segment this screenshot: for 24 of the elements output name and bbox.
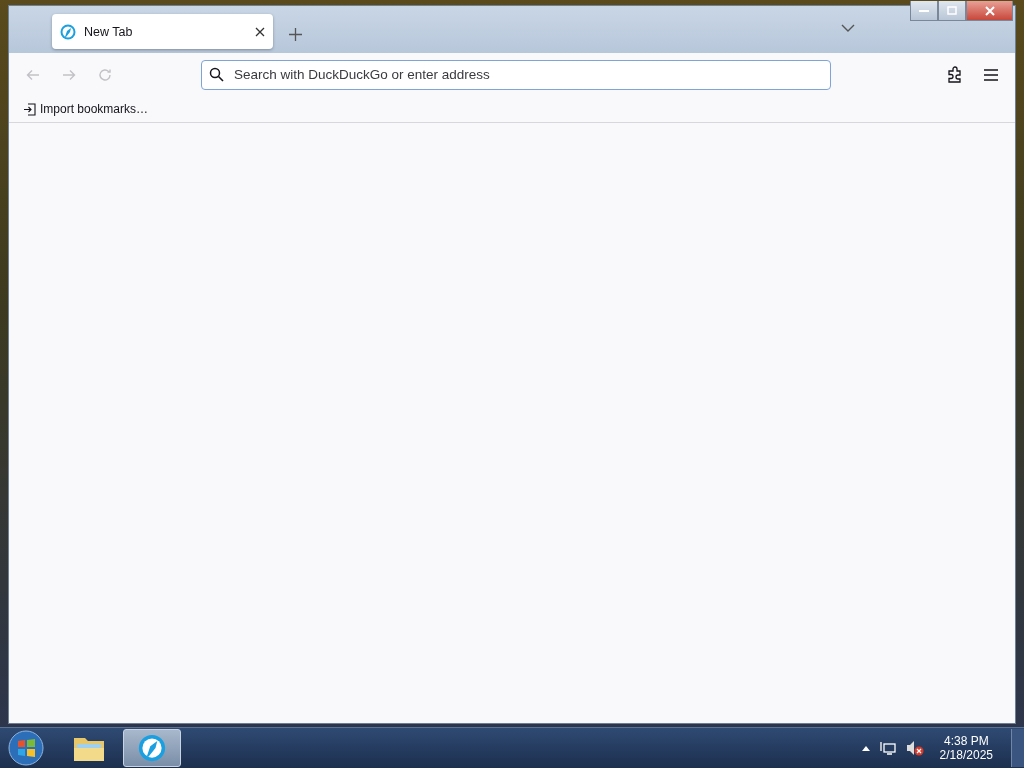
close-tab-icon[interactable] xyxy=(255,26,265,37)
close-button[interactable] xyxy=(966,1,1013,21)
address-field[interactable]: Search with DuckDuckGo or enter address xyxy=(201,59,831,90)
clock[interactable]: 4:38 PM 2/18/2025 xyxy=(939,734,993,762)
close-icon xyxy=(984,5,995,16)
reload-icon xyxy=(97,66,113,83)
clock-time: 4:38 PM xyxy=(943,734,989,748)
chevron-down-icon[interactable] xyxy=(841,24,855,33)
taskbar-browser-button[interactable] xyxy=(123,729,181,767)
muted-speaker-icon[interactable] xyxy=(905,740,924,756)
start-button[interactable] xyxy=(7,729,45,767)
caret-up-icon[interactable] xyxy=(861,745,870,751)
tab[interactable]: New Tab xyxy=(52,14,273,49)
network-icon[interactable] xyxy=(879,740,896,756)
new-tab-icon[interactable] xyxy=(289,28,302,41)
bookmark-item[interactable]: Import bookmarks… xyxy=(40,102,149,116)
clock-date: 2/18/2025 xyxy=(939,748,993,762)
maximize-icon xyxy=(947,6,957,15)
maximize-button[interactable] xyxy=(938,1,966,21)
import-icon xyxy=(23,102,36,116)
browser-logo-icon xyxy=(138,734,166,762)
browser-logo-icon xyxy=(60,23,76,40)
minimize-button[interactable] xyxy=(910,1,938,21)
tab-title: New Tab xyxy=(84,24,134,39)
